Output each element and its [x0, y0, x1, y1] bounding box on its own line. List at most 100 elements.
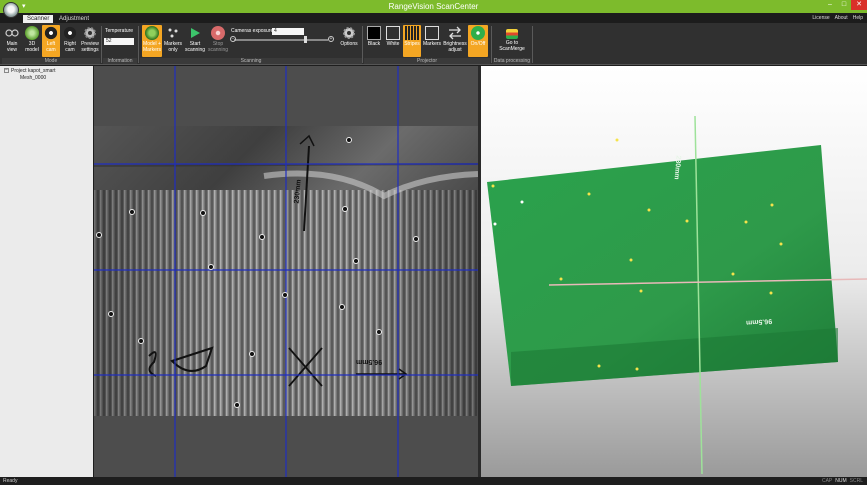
- options-button[interactable]: Options: [339, 25, 359, 57]
- divider: [491, 26, 492, 63]
- window-title: RangeVision ScanCenter: [388, 2, 479, 11]
- marker-dot: [346, 137, 352, 143]
- exposure-slider-thumb[interactable]: [303, 36, 307, 43]
- num-indicator: NUM: [835, 478, 847, 484]
- markers-icon: [166, 26, 180, 40]
- on-off-button[interactable]: On/Off: [468, 25, 488, 57]
- right-cam-button[interactable]: Right cam: [61, 25, 79, 57]
- preview-settings-button[interactable]: Preview settings: [80, 25, 100, 57]
- marker-dot: [234, 402, 240, 408]
- black-square-icon: [367, 26, 381, 40]
- brightness-icon: [448, 26, 462, 40]
- marker-dot: [108, 311, 114, 317]
- button-label: On/Off: [470, 41, 486, 47]
- marker-dot: [138, 338, 144, 344]
- marker-dot: [413, 236, 419, 242]
- marker-dot: [249, 351, 255, 357]
- license-link[interactable]: License: [812, 15, 829, 21]
- button-label: Options: [340, 41, 358, 47]
- exposure-field[interactable]: 4: [272, 28, 304, 35]
- minimize-button[interactable]: –: [823, 0, 837, 10]
- stripes-icon: [405, 26, 419, 40]
- right-camera-icon: [63, 26, 77, 40]
- scan-mesh-render: [487, 115, 867, 475]
- marker-dot: [96, 232, 102, 238]
- exposure-slider-track[interactable]: [234, 39, 328, 41]
- button-label: Stripes: [404, 41, 420, 47]
- tree-project-item[interactable]: Project kapot_smart: [11, 68, 55, 74]
- scrl-indicator: SCRL: [849, 478, 863, 484]
- stripes-button[interactable]: Stripes: [403, 25, 421, 57]
- divider: [138, 26, 139, 63]
- model-markers-icon: [145, 26, 159, 40]
- brightness-adjust-button[interactable]: Brightness adjust: [443, 25, 467, 57]
- main-view-button[interactable]: Main view: [3, 25, 21, 57]
- left-cam-button[interactable]: Left cam: [42, 25, 60, 57]
- button-label: model: [25, 46, 39, 53]
- marker-dot: [342, 206, 348, 212]
- app-logo-icon[interactable]: [3, 2, 19, 18]
- 3d-model-button[interactable]: 3D model: [23, 25, 41, 57]
- play-icon: [188, 26, 202, 40]
- button-label: Markers: [422, 41, 442, 47]
- button-label: settings: [81, 46, 99, 53]
- markers-only-button[interactable]: Markers only: [163, 25, 183, 57]
- group-label-scanning: Scanning: [140, 58, 362, 64]
- stop-icon: [211, 26, 225, 40]
- button-label: ScanMerge: [499, 45, 525, 52]
- scanmerge-icon: [506, 29, 518, 39]
- button-label: Black: [367, 41, 381, 47]
- tab-scanner[interactable]: Scanner: [23, 15, 54, 23]
- start-scanning-button[interactable]: Start scanning: [184, 25, 206, 57]
- left-camera-view[interactable]: 96.5mm 230mm: [94, 66, 478, 477]
- white-button[interactable]: White: [385, 25, 401, 57]
- button-label: view: [6, 46, 17, 53]
- marker-dot: [129, 209, 135, 215]
- model-markers-button[interactable]: Model + Markers: [142, 25, 162, 57]
- markers-square-icon: [425, 26, 439, 40]
- title-bar: ▾ RangeVision ScanCenter – □ ✕: [0, 0, 867, 13]
- status-text: Ready: [3, 478, 18, 484]
- group-label-data-processing: Data processing: [493, 58, 531, 64]
- gear-icon: [83, 26, 97, 40]
- group-label-projector: Projector: [364, 58, 490, 64]
- marker-dot: [282, 292, 288, 298]
- ribbon-tabs: Scanner Adjustment License About Help: [0, 13, 867, 23]
- maximize-button[interactable]: □: [837, 0, 851, 10]
- temperature-field: 52: [104, 38, 134, 45]
- divider: [532, 26, 533, 63]
- about-link[interactable]: About: [835, 15, 848, 21]
- tree-expand-toggle[interactable]: −: [4, 68, 9, 73]
- markers-projector-button[interactable]: Markers: [422, 25, 442, 57]
- button-label: only: [168, 46, 178, 53]
- exposure-increase-button[interactable]: +: [328, 36, 334, 42]
- power-icon: [471, 26, 485, 40]
- divider: [101, 26, 102, 63]
- marker-dot: [208, 264, 214, 270]
- button-label: cam: [46, 46, 56, 53]
- eye-icon: [5, 26, 19, 40]
- white-square-icon: [386, 26, 400, 40]
- marker-dot: [200, 210, 206, 216]
- go-to-scanmerge-button[interactable]: Go to ScanMerge: [495, 25, 529, 57]
- black-button[interactable]: Black: [366, 25, 382, 57]
- button-label: cam: [65, 46, 75, 53]
- button-label: Markers: [142, 46, 162, 53]
- marker-dot: [353, 258, 359, 264]
- button-label: White: [386, 41, 400, 47]
- marker-dot: [259, 234, 265, 240]
- help-link[interactable]: Help: [853, 15, 863, 21]
- project-tree-panel: − Project kapot_smart Mesh_0000: [0, 66, 93, 477]
- status-bar: Ready CAP NUM SCRL: [0, 477, 867, 485]
- tree-mesh-item[interactable]: Mesh_0000: [20, 75, 46, 81]
- button-label: adjust: [448, 46, 462, 53]
- close-button[interactable]: ✕: [851, 0, 867, 10]
- tab-adjustment[interactable]: Adjustment: [55, 15, 93, 23]
- exposure-decrease-button[interactable]: −: [230, 36, 236, 42]
- temperature-label: Temperature: [105, 28, 134, 34]
- button-label: scanning: [207, 46, 228, 53]
- stop-scanning-button[interactable]: Stop scanning: [207, 25, 229, 57]
- exposure-label: Cameras exposure: [231, 28, 274, 34]
- camera-overlay: [94, 66, 478, 477]
- 3d-model-view[interactable]: 96.5mm 230mm: [481, 66, 867, 477]
